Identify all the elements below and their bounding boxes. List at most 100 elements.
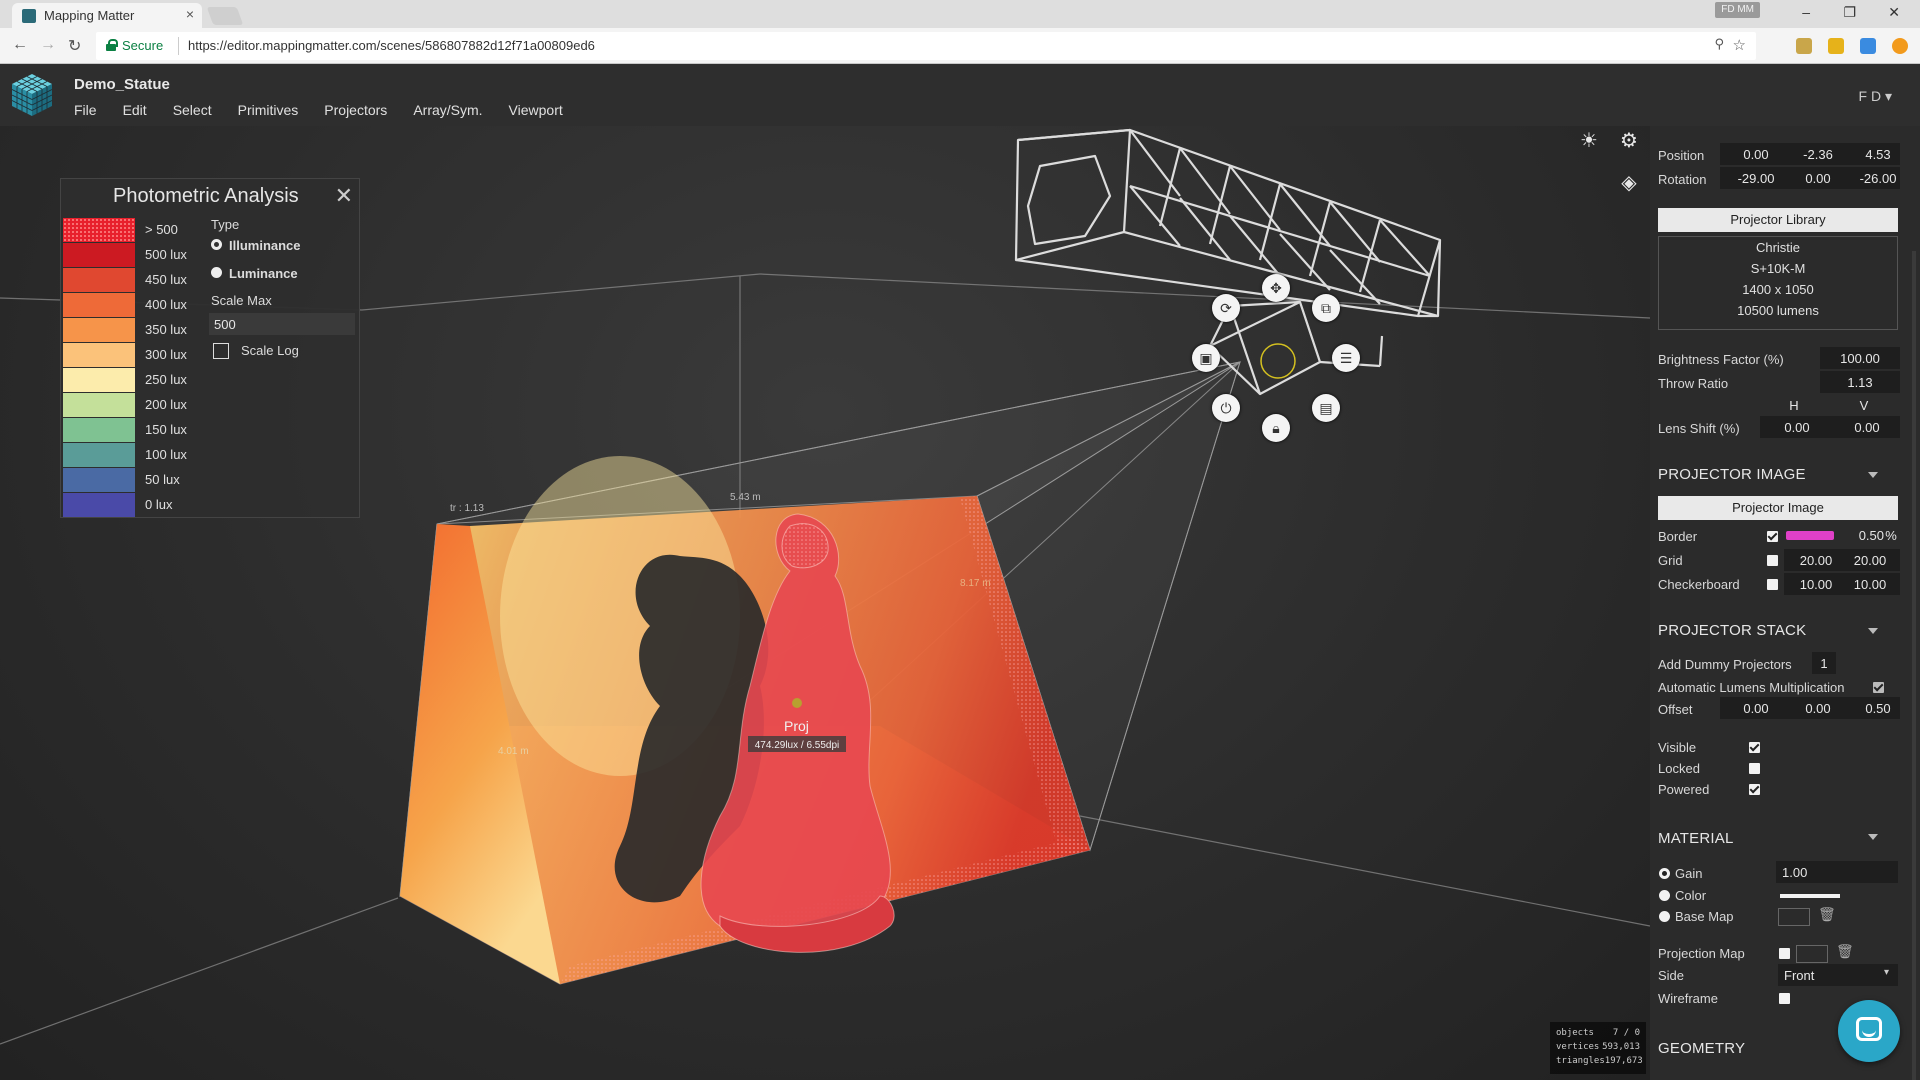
light-icon[interactable]: ☀ (1578, 130, 1600, 152)
url-text[interactable]: https://editor.mappingmatter.com/scenes/… (188, 38, 595, 53)
checkerboard-checkbox[interactable] (1767, 579, 1778, 590)
visible-checkbox[interactable] (1749, 742, 1760, 753)
layers-icon[interactable]: ◈ (1618, 172, 1640, 194)
reload-icon[interactable]: ↻ (68, 36, 81, 56)
gain-label[interactable]: Gain (1675, 866, 1702, 881)
back-arrow-icon[interactable]: ← (12, 36, 28, 54)
trash-icon[interactable]: 🗑︎ (1836, 943, 1854, 960)
grid-y[interactable]: 20.00 (1842, 553, 1898, 568)
window-close-icon[interactable]: ✕ (1888, 4, 1900, 21)
illuminance-label[interactable]: Illuminance (229, 238, 301, 253)
wireframe-checkbox[interactable] (1779, 993, 1790, 1004)
menu-file[interactable]: File (74, 102, 97, 118)
extension-icon[interactable] (1892, 38, 1908, 54)
projector-stack-section[interactable]: PROJECTOR STACK (1658, 622, 1806, 639)
close-icon[interactable]: ✕ (335, 183, 353, 209)
offset-z[interactable]: 0.50 (1848, 701, 1908, 716)
extension-icon[interactable] (1796, 38, 1812, 54)
color-radio[interactable] (1659, 890, 1670, 901)
rotate-gizmo-icon[interactable]: ⟳ (1212, 294, 1240, 322)
auto-lumens-checkbox[interactable] (1873, 682, 1884, 693)
position-x[interactable]: 0.00 (1726, 147, 1786, 162)
locked-checkbox[interactable] (1749, 763, 1760, 774)
menu-projectors[interactable]: Projectors (324, 102, 387, 118)
power-icon[interactable]: ⏻ (1212, 394, 1240, 422)
extension-icon[interactable] (1860, 38, 1876, 54)
profile-badge[interactable]: FD MM (1715, 2, 1760, 18)
luminance-radio[interactable] (211, 267, 222, 278)
base-map-label[interactable]: Base Map (1675, 909, 1734, 924)
gear-icon[interactable]: ⚙ (1618, 130, 1640, 152)
restore-icon[interactable]: ❐ (1843, 4, 1856, 21)
key-icon[interactable]: ⚲ (1714, 36, 1724, 52)
fit-view-icon[interactable]: ▣ (1192, 344, 1220, 372)
user-menu[interactable]: F D ▾ (1859, 88, 1892, 105)
rotation-z[interactable]: -26.00 (1848, 171, 1908, 186)
image-icon[interactable]: ▤ (1312, 394, 1340, 422)
illuminance-radio[interactable] (211, 239, 222, 250)
move-gizmo-icon[interactable]: ✥ (1262, 274, 1290, 302)
projection-map-checkbox[interactable] (1779, 948, 1790, 959)
offset-y[interactable]: 0.00 (1788, 701, 1848, 716)
tab-close-icon[interactable]: × (186, 6, 194, 22)
projector-library-button[interactable]: Projector Library (1658, 208, 1898, 232)
scale-log-label[interactable]: Scale Log (241, 343, 299, 358)
extension-icon[interactable] (1828, 38, 1844, 54)
dummy-projectors-input[interactable]: 1 (1812, 656, 1836, 671)
position-z[interactable]: 4.53 (1848, 147, 1908, 162)
projector-image-section[interactable]: PROJECTOR IMAGE (1658, 466, 1806, 483)
base-map-radio[interactable] (1659, 911, 1670, 922)
menu-select[interactable]: Select (173, 102, 212, 118)
trash-icon[interactable]: 🗑︎ (1818, 906, 1836, 923)
chevron-down-icon[interactable] (1868, 834, 1878, 840)
address-bar[interactable]: Secure https://editor.mappingmatter.com/… (96, 32, 1756, 60)
menu-array-sym[interactable]: Array/Sym. (413, 102, 482, 118)
material-section[interactable]: MATERIAL (1658, 830, 1734, 847)
lock-icon[interactable]: 🔒︎ (1262, 414, 1290, 442)
brightness-input[interactable]: 100.00 (1820, 351, 1900, 366)
scale-log-checkbox[interactable] (213, 343, 229, 359)
menu-primitives[interactable]: Primitives (238, 102, 299, 118)
duplicate-icon[interactable]: ⧉ (1312, 294, 1340, 322)
rotation-x[interactable]: -29.00 (1726, 171, 1786, 186)
side-value[interactable]: Front (1784, 968, 1814, 983)
position-y[interactable]: -2.36 (1788, 147, 1848, 162)
lens-shift-v[interactable]: 0.00 (1832, 420, 1902, 435)
forward-arrow-icon[interactable]: → (40, 36, 56, 54)
chevron-down-icon[interactable] (1868, 628, 1878, 634)
new-tab-button[interactable] (206, 7, 244, 25)
grid-x[interactable]: 20.00 (1788, 553, 1844, 568)
menu-viewport[interactable]: Viewport (509, 102, 563, 118)
offset-x[interactable]: 0.00 (1726, 701, 1786, 716)
rotation-y[interactable]: 0.00 (1788, 171, 1848, 186)
lens-shift-h[interactable]: 0.00 (1762, 420, 1832, 435)
color-label[interactable]: Color (1675, 888, 1706, 903)
chevron-down-icon[interactable] (1868, 472, 1878, 478)
projector-image-button[interactable]: Projector Image (1658, 496, 1898, 520)
base-map-slot[interactable] (1778, 908, 1810, 926)
border-checkbox[interactable] (1767, 531, 1778, 542)
chat-support-button[interactable] (1838, 1000, 1900, 1062)
geometry-section[interactable]: GEOMETRY (1658, 1040, 1745, 1057)
projection-map-slot[interactable] (1796, 945, 1828, 963)
chevron-down-icon[interactable]: ▾ (1884, 967, 1889, 978)
gain-input[interactable]: 1.00 (1782, 865, 1812, 880)
border-width-value[interactable]: 0.50 (1840, 528, 1884, 543)
throw-ratio-input[interactable]: 1.13 (1820, 375, 1900, 390)
scale-max-input[interactable] (209, 313, 355, 335)
minimize-icon[interactable]: – (1802, 4, 1810, 20)
panel-scrollbar[interactable] (1912, 251, 1916, 1080)
color-swatch[interactable] (1780, 894, 1840, 898)
border-color-swatch[interactable] (1786, 531, 1834, 540)
browser-tab[interactable]: Mapping Matter × (12, 3, 202, 28)
luminance-label[interactable]: Luminance (229, 266, 298, 281)
menu-edit[interactable]: Edit (123, 102, 147, 118)
bookmark-star-icon[interactable]: ☆ (1733, 36, 1746, 54)
mapping-matter-logo[interactable] (8, 70, 56, 118)
adjust-sliders-icon[interactable]: ☰ (1332, 344, 1360, 372)
checkerboard-y[interactable]: 10.00 (1842, 577, 1898, 592)
grid-checkbox[interactable] (1767, 555, 1778, 566)
gain-radio[interactable] (1659, 868, 1670, 879)
powered-checkbox[interactable] (1749, 784, 1760, 795)
checkerboard-x[interactable]: 10.00 (1788, 577, 1844, 592)
